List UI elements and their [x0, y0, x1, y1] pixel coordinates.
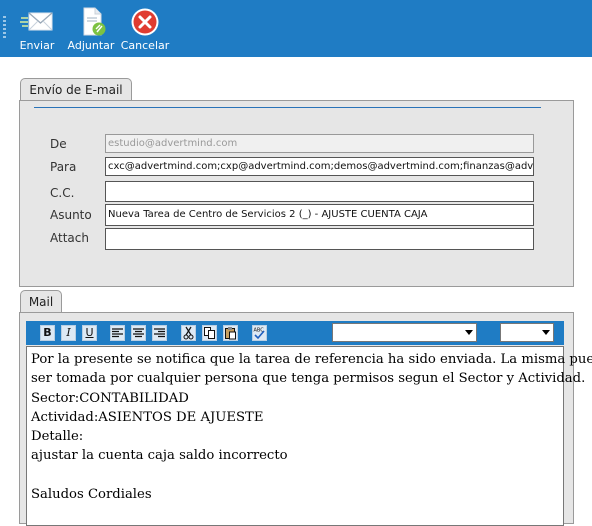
cancel-x-icon: [131, 8, 159, 36]
font-size-dropdown-icon: [542, 330, 550, 335]
tab-email[interactable]: Envío de E-mail: [20, 78, 132, 101]
tab-email-label: Envío de E-mail: [29, 83, 123, 97]
cc-field[interactable]: [105, 181, 534, 202]
align-right-button[interactable]: [152, 325, 167, 341]
attach-label-text: Attach: [50, 231, 89, 245]
cut-button[interactable]: [181, 325, 196, 341]
body-line: Detalle:: [31, 429, 84, 445]
copy-icon: [204, 327, 215, 339]
font-family-dropdown-icon: [465, 330, 473, 335]
body-line: ajustar la cuenta caja saldo incorrecto: [31, 448, 288, 464]
bold-button[interactable]: B: [40, 325, 55, 341]
align-center-icon: [133, 328, 144, 338]
spellcheck-icon: ABC: [254, 328, 265, 340]
scissors-icon: [183, 326, 194, 340]
subject-label: Asunto: [50, 208, 92, 222]
tab-mail-label: Mail: [28, 295, 54, 309]
to-field[interactable]: cxc@advertmind.com;cxp@advertmind.com;de…: [105, 157, 534, 176]
mail-body-editor[interactable]: Por la presente se notifica que la tarea…: [26, 346, 592, 526]
main-toolbar: Enviar Adjuntar Cancelar: [0, 0, 592, 57]
attach-button[interactable]: Adjuntar: [62, 4, 120, 54]
envelope-send-icon: [20, 12, 53, 31]
email-panel: De estudio@advertmind.com Para cxc@adver…: [19, 100, 574, 287]
to-label: Para: [50, 160, 77, 174]
cc-label: C.C.: [50, 186, 75, 200]
copy-button[interactable]: [202, 325, 217, 341]
body-line: Actividad:ASIENTOS DE AJUESTE: [31, 409, 264, 425]
mail-panel: B I U ABC Por la presente se notifica qu…: [19, 312, 592, 526]
cancel-label: Cancelar: [120, 39, 170, 52]
panel-divider: [34, 107, 541, 108]
body-line: Por la presente se notifica que la tarea…: [31, 352, 592, 367]
underline-button[interactable]: U: [82, 325, 97, 341]
editor-toolbar: B I U ABC: [26, 321, 564, 345]
body-line: [31, 466, 559, 485]
paste-button[interactable]: [223, 325, 238, 341]
italic-button[interactable]: I: [61, 325, 76, 341]
body-line: Saludos Cordiales: [31, 486, 152, 502]
attach-label: Adjuntar: [67, 39, 115, 52]
align-left-button[interactable]: [110, 325, 125, 341]
font-size-select[interactable]: [500, 323, 554, 342]
body-line: ser tomada por cualquier persona que ten…: [31, 371, 586, 387]
toolbar-grip: [3, 16, 6, 40]
send-label: Enviar: [19, 39, 55, 52]
attach-field[interactable]: [105, 228, 534, 250]
font-family-select[interactable]: [332, 323, 477, 342]
send-button[interactable]: Enviar: [8, 4, 66, 54]
align-left-icon: [112, 328, 123, 338]
body-line: Sector:CONTABILIDAD: [31, 390, 189, 406]
align-right-icon: [154, 328, 165, 338]
align-center-button[interactable]: [131, 325, 146, 341]
attach-document-icon: [83, 7, 106, 36]
cancel-button[interactable]: Cancelar: [118, 4, 172, 54]
spellcheck-button[interactable]: ABC: [252, 325, 267, 341]
from-field: estudio@advertmind.com: [105, 134, 534, 153]
subject-field[interactable]: Nueva Tarea de Centro de Servicios 2 (_)…: [105, 204, 534, 226]
paste-icon: [225, 327, 236, 340]
tab-mail[interactable]: Mail: [20, 290, 62, 313]
from-label: De: [50, 137, 67, 151]
